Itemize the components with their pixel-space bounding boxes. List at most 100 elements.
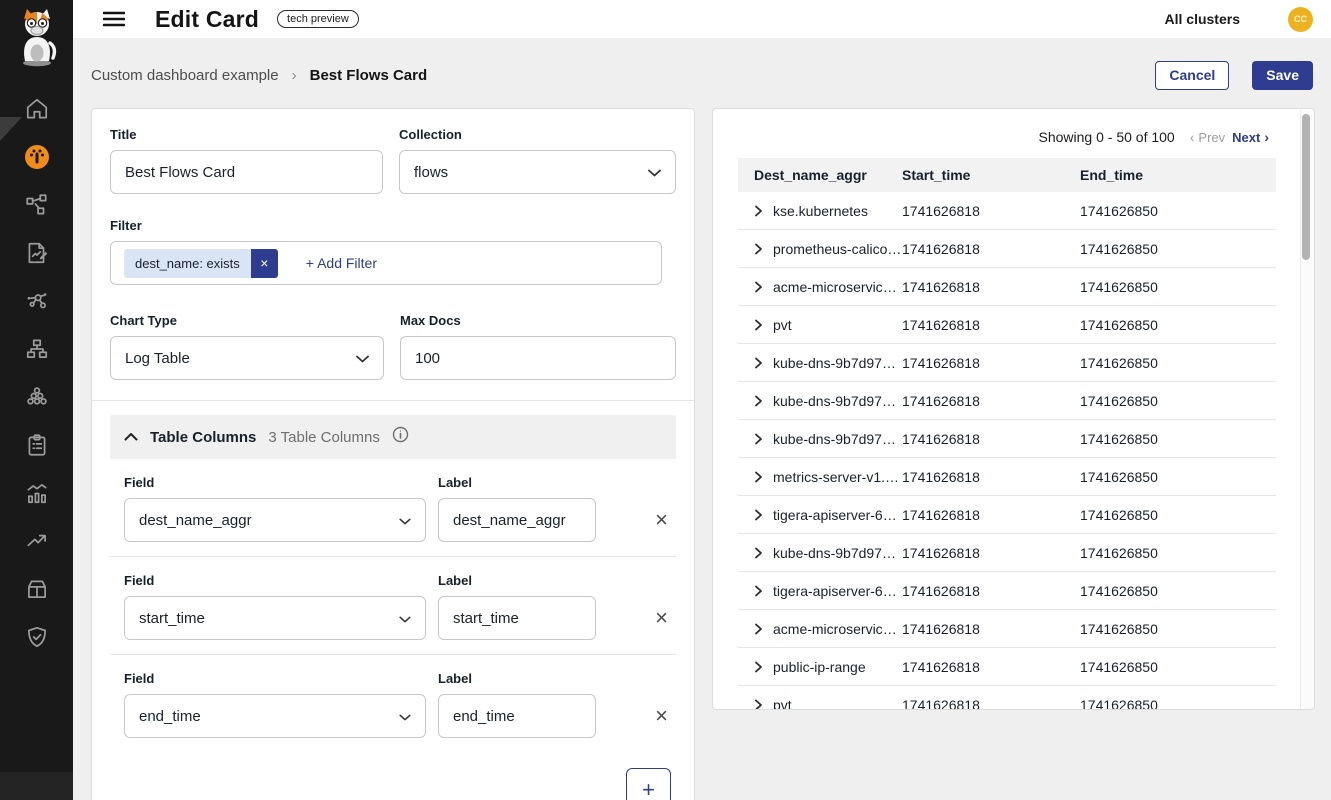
edit-card-form: Title Collection flows Filter dest_name:… [91, 108, 695, 800]
field-select[interactable]: dest_name_aggr [124, 498, 426, 542]
add-filter-link[interactable]: + Add Filter [306, 255, 377, 271]
scrollbar-track[interactable] [1300, 110, 1313, 710]
chevron-up-icon[interactable] [124, 428, 138, 446]
chevron-right-icon[interactable] [754, 585, 763, 597]
remove-column-icon[interactable]: × [655, 509, 668, 531]
sidebar-item-clusters[interactable] [0, 375, 73, 423]
chevron-down-icon [399, 610, 411, 627]
sidebar-item-dashboards[interactable] [0, 135, 73, 183]
label-input[interactable] [438, 694, 596, 738]
sidebar-item-activity[interactable] [0, 471, 73, 519]
table-row[interactable]: kse.kubernetes 1741626818 1741626850 [738, 192, 1276, 230]
dest-name-cell: metrics-server-v1.3… [773, 469, 902, 485]
end-time-cell: 1741626850 [1080, 659, 1276, 675]
start-time-cell: 1741626818 [902, 203, 1080, 219]
sidebar [0, 0, 73, 800]
filter-tag-text: dest_name: exists [124, 249, 251, 278]
next-button[interactable]: Next › [1232, 130, 1269, 145]
dashboard-gauge-icon [23, 143, 51, 176]
chevron-right-icon[interactable] [754, 547, 763, 559]
chevron-right-icon[interactable] [754, 699, 763, 711]
end-time-cell: 1741626850 [1080, 241, 1276, 257]
table-row[interactable]: prometheus-calico… 1741626818 1741626850 [738, 230, 1276, 268]
chevron-right-icon[interactable] [754, 395, 763, 407]
dest-name-cell: kube-dns-9b7d977f… [773, 545, 902, 561]
package-icon [24, 576, 50, 607]
menu-icon[interactable] [101, 6, 127, 32]
info-icon[interactable] [392, 426, 409, 448]
prev-button[interactable]: ‹ Prev [1190, 130, 1225, 145]
chevron-right-icon[interactable] [754, 623, 763, 635]
cancel-button[interactable]: Cancel [1155, 61, 1229, 90]
table-columns-header[interactable]: Table Columns 3 Table Columns [110, 415, 676, 459]
title-input[interactable] [110, 150, 383, 194]
sidebar-item-threat-defense[interactable] [0, 615, 73, 663]
sidebar-item-compliance[interactable] [0, 423, 73, 471]
filter-box[interactable]: dest_name: exists × + Add Filter [110, 241, 662, 285]
table-row[interactable]: kube-dns-9b7d977f… 1741626818 1741626850 [738, 420, 1276, 458]
remove-column-icon[interactable]: × [655, 607, 668, 629]
sidebar-item-workloads[interactable] [0, 567, 73, 615]
label-input[interactable] [438, 498, 596, 542]
start-time-cell: 1741626818 [902, 697, 1080, 711]
policy-document-icon [24, 240, 50, 271]
start-time-cell: 1741626818 [902, 241, 1080, 257]
pagination-showing: Showing 0 - 50 of 100 [1039, 129, 1175, 145]
table-row[interactable]: tigera-apiserver-6b… 1741626818 17416268… [738, 572, 1276, 610]
field-select[interactable]: end_time [124, 694, 426, 738]
scrollbar-thumb[interactable] [1302, 114, 1310, 260]
table-row[interactable]: pvt 1741626818 1741626850 [738, 306, 1276, 344]
table-row[interactable]: acme-microservice… 1741626818 1741626850 [738, 268, 1276, 306]
collection-value: flows [414, 164, 448, 181]
start-time-cell: 1741626818 [902, 507, 1080, 523]
chevron-right-icon[interactable] [754, 357, 763, 369]
table-row[interactable]: public-ip-range 1741626818 1741626850 [738, 648, 1276, 686]
start-time-cell: 1741626818 [902, 583, 1080, 599]
sidebar-item-home[interactable] [0, 87, 73, 135]
start-time-cell: 1741626818 [902, 317, 1080, 333]
label-label: Label [438, 671, 472, 686]
end-time-cell: 1741626850 [1080, 355, 1276, 371]
field-select[interactable]: start_time [124, 596, 426, 640]
sidebar-item-endpoints[interactable] [0, 327, 73, 375]
chevron-right-icon[interactable] [754, 281, 763, 293]
sidebar-item-service-graph[interactable] [0, 183, 73, 231]
avatar[interactable]: CC [1288, 7, 1313, 32]
calico-cat-logo[interactable] [0, 0, 73, 69]
remove-column-icon[interactable]: × [655, 705, 668, 727]
chevron-right-icon[interactable] [754, 471, 763, 483]
table-row[interactable]: metrics-server-v1.3… 1741626818 17416268… [738, 458, 1276, 496]
chevron-right-icon[interactable] [754, 319, 763, 331]
table-row[interactable]: pvt 1741626818 1741626850 [738, 686, 1276, 710]
start-time-cell: 1741626818 [902, 659, 1080, 675]
add-column-button[interactable]: + [626, 768, 671, 800]
chevron-right-icon[interactable] [754, 243, 763, 255]
end-time-cell: 1741626850 [1080, 621, 1276, 637]
prev-label: Prev [1198, 130, 1225, 145]
collection-select[interactable]: flows [399, 150, 676, 194]
table-row[interactable]: kube-dns-9b7d977f… 1741626818 1741626850 [738, 344, 1276, 382]
save-button[interactable]: Save [1252, 61, 1313, 90]
end-time-cell: 1741626850 [1080, 279, 1276, 295]
column-header-end-time: End_time [1080, 167, 1276, 183]
sidebar-item-trends[interactable] [0, 519, 73, 567]
table-columns-title: Table Columns [150, 429, 256, 446]
sidebar-item-policies[interactable] [0, 231, 73, 279]
table-row[interactable]: acme-microservice… 1741626818 1741626850 [738, 610, 1276, 648]
cluster-selector[interactable]: All clusters [1165, 11, 1240, 27]
filter-tag-remove-icon[interactable]: × [251, 249, 278, 278]
sidebar-item-network-sets[interactable] [0, 279, 73, 327]
chevron-right-icon[interactable] [754, 661, 763, 673]
label-input[interactable] [438, 596, 596, 640]
table-row[interactable]: kube-dns-9b7d977f… 1741626818 1741626850 [738, 534, 1276, 572]
chevron-right-icon[interactable] [754, 509, 763, 521]
start-time-cell: 1741626818 [902, 431, 1080, 447]
breadcrumb-parent[interactable]: Custom dashboard example [91, 67, 279, 84]
table-row[interactable]: tigera-apiserver-6b… 1741626818 17416268… [738, 496, 1276, 534]
chevron-right-icon[interactable] [754, 433, 763, 445]
chart-type-select[interactable]: Log Table [110, 336, 384, 380]
max-docs-input[interactable] [400, 336, 676, 380]
table-row[interactable]: kube-dns-9b7d977f… 1741626818 1741626850 [738, 382, 1276, 420]
chevron-right-icon[interactable] [754, 205, 763, 217]
top-header: Edit Card tech preview All clusters CC [73, 0, 1331, 38]
